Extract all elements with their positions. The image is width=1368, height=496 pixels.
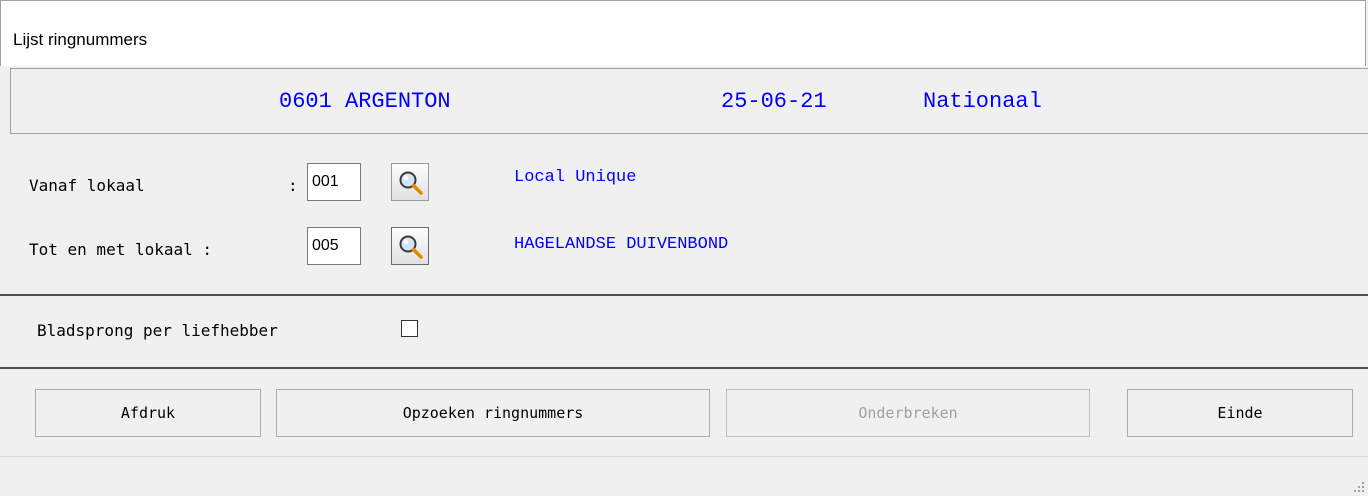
to-local-label: Tot en met lokaal : — [29, 240, 213, 259]
cancel-button[interactable]: Onderbreken — [726, 389, 1090, 437]
race-header: 0601 ARGENTON 25-06-21 Nationaal — [10, 68, 1368, 134]
status-bar — [0, 456, 1368, 496]
race-category: Nationaal — [923, 89, 1042, 114]
race-name: 0601 ARGENTON — [279, 89, 451, 114]
magnifier-icon — [399, 235, 423, 259]
resize-grip-icon[interactable] — [1353, 481, 1365, 493]
search-ringnumbers-button[interactable]: Opzoeken ringnummers — [276, 389, 710, 437]
from-local-name: Local Unique — [514, 168, 637, 187]
end-button[interactable]: Einde — [1127, 389, 1353, 437]
race-date: 25-06-21 — [721, 89, 827, 114]
to-local-name: HAGELANDSE DUIVENBOND — [514, 235, 729, 254]
divider — [0, 294, 1368, 296]
window-titlebar: Lijst ringnummers — [0, 0, 1366, 66]
from-local-input[interactable]: 001 — [307, 163, 361, 201]
from-local-colon: : — [288, 176, 298, 195]
window-title: Lijst ringnummers — [13, 30, 148, 49]
pagebreak-checkbox[interactable] — [401, 320, 418, 337]
pagebreak-label: Bladsprong per liefhebber — [37, 321, 278, 340]
from-local-label: Vanaf lokaal — [29, 176, 145, 195]
divider — [0, 367, 1368, 369]
to-local-input[interactable]: 005 — [307, 227, 361, 265]
magnifier-icon — [399, 171, 423, 195]
to-lookup-button[interactable] — [391, 227, 429, 265]
from-lookup-button[interactable] — [391, 163, 429, 201]
print-button[interactable]: Afdruk — [35, 389, 261, 437]
